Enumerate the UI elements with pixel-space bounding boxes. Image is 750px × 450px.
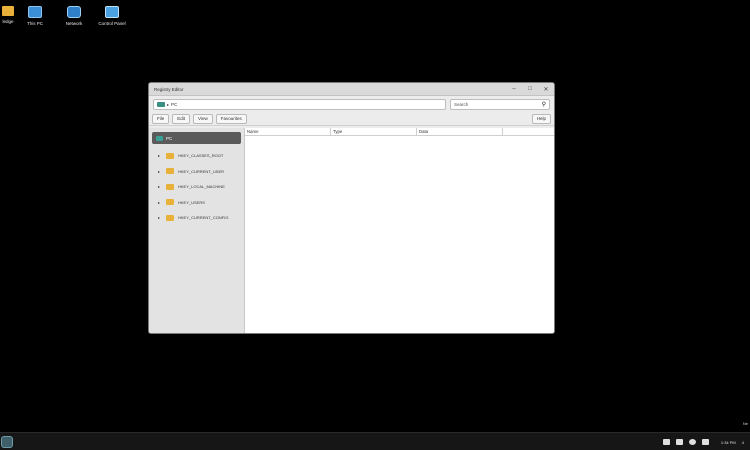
chevron-right-icon[interactable]: ▸ xyxy=(158,215,162,220)
chat-icon[interactable] xyxy=(662,439,670,445)
system-tray: 1:34 PM 4 xyxy=(662,433,750,450)
column-header-data[interactable]: Data xyxy=(417,128,503,135)
tree-item-hkey-local-machine[interactable]: ▸ HKEY_LOCAL_MACHINE xyxy=(152,179,241,195)
menu-favourites[interactable]: Favourites xyxy=(215,113,247,124)
desktop-icon-control-panel[interactable]: Control Panel xyxy=(90,6,134,26)
registry-editor-window: Registry Editor – □ ✕ ▸ PC Search ⚲ File… xyxy=(148,82,555,334)
chevron-right-icon[interactable]: ▸ xyxy=(158,153,162,158)
tree-root-label: PC xyxy=(166,135,173,141)
desktop-icon-this-pc[interactable]: This PC xyxy=(13,6,57,26)
registry-tree: PC ▸ HKEY_CLASSES_ROOT ▸ HKEY_CURRENT_US… xyxy=(149,128,245,333)
menu-view[interactable]: View xyxy=(193,113,213,124)
tree-item-label: HKEY_CURRENT_CONFIG xyxy=(178,215,229,221)
menu-bar: File Edit View Favourites Help xyxy=(149,112,554,126)
menu-edit[interactable]: Edit xyxy=(172,113,191,124)
list-header: Name Type Data xyxy=(245,128,554,136)
tree-item-label: HKEY_LOCAL_MACHINE xyxy=(178,184,225,190)
chevron-right-icon[interactable]: ▸ xyxy=(158,169,162,174)
window-titlebar[interactable]: Registry Editor – □ ✕ xyxy=(149,83,554,96)
tree-item-hkey-users[interactable]: ▸ HKEY_USERS xyxy=(152,195,241,211)
tree-item-hkey-current-config[interactable]: ▸ HKEY_CURRENT_CONFIG xyxy=(152,210,241,226)
notification-text: Ne xyxy=(742,421,748,426)
tree-item-label: HKEY_CURRENT_USER xyxy=(178,168,225,174)
tree-root-pc[interactable]: PC xyxy=(152,132,241,144)
computer-icon xyxy=(156,135,163,141)
this-pc-icon xyxy=(28,6,42,18)
start-button[interactable] xyxy=(1,435,13,448)
maximize-button[interactable]: □ xyxy=(522,83,538,96)
address-path: PC xyxy=(171,101,178,107)
values-list[interactable]: Name Type Data xyxy=(245,128,554,333)
computer-icon xyxy=(157,101,165,107)
address-row: ▸ PC Search ⚲ xyxy=(149,96,554,112)
minimize-button[interactable]: – xyxy=(506,83,522,96)
folder-icon xyxy=(166,183,174,190)
address-bar[interactable]: ▸ PC xyxy=(153,98,446,110)
tree-item-label: HKEY_USERS xyxy=(178,199,205,205)
folder-icon[interactable] xyxy=(675,439,683,445)
tree-item-hkey-current-user[interactable]: ▸ HKEY_CURRENT_USER xyxy=(152,164,241,180)
folder-icon xyxy=(166,168,174,175)
gear-icon[interactable] xyxy=(688,439,696,445)
desktop-icon-label: Control Panel xyxy=(98,21,126,26)
folder-icon xyxy=(166,152,174,159)
chevron-right-icon: ▸ xyxy=(167,101,170,107)
volume-icon[interactable] xyxy=(701,439,709,445)
tree-item-hkey-classes-root[interactable]: ▸ HKEY_CLASSES_ROOT xyxy=(152,148,241,164)
taskbar: 1:34 PM 4 xyxy=(0,432,750,450)
menu-help[interactable]: Help xyxy=(531,113,551,124)
search-placeholder: Search xyxy=(454,101,469,107)
search-icon[interactable]: ⚲ xyxy=(542,101,546,108)
tree-item-label: HKEY_CLASSES_ROOT xyxy=(178,153,224,159)
folder-icon xyxy=(166,199,174,206)
taskbar-clock[interactable]: 1:34 PM xyxy=(721,440,736,445)
column-header-name[interactable]: Name xyxy=(245,128,331,135)
menu-file[interactable]: File xyxy=(152,113,170,124)
column-header-type[interactable]: Type xyxy=(331,128,417,135)
chevron-right-icon[interactable]: ▸ xyxy=(158,184,162,189)
control-panel-icon xyxy=(105,6,119,18)
folder-icon xyxy=(166,214,174,221)
window-body: PC ▸ HKEY_CLASSES_ROOT ▸ HKEY_CURRENT_US… xyxy=(149,128,554,333)
desktop-icon-label: This PC xyxy=(26,21,43,26)
search-input[interactable]: Search ⚲ xyxy=(450,98,550,110)
network-icon xyxy=(67,6,81,18)
chevron-right-icon[interactable]: ▸ xyxy=(158,200,162,205)
close-button[interactable]: ✕ xyxy=(538,83,554,96)
tray-extra: 4 xyxy=(741,439,744,445)
window-title: Registry Editor xyxy=(154,86,184,92)
